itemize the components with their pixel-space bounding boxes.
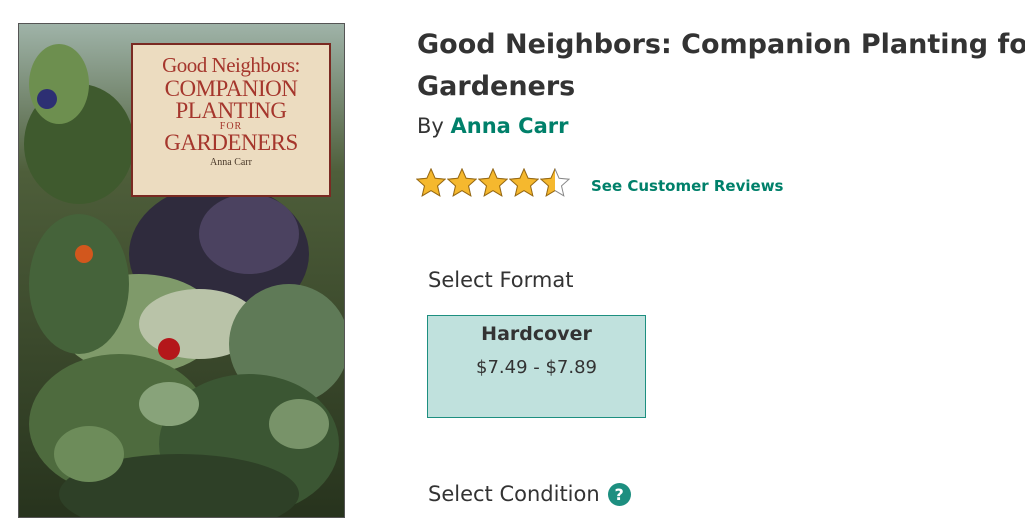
cover-author: Anna Carr bbox=[210, 157, 252, 168]
format-name: Hardcover bbox=[481, 323, 592, 345]
star-icon bbox=[540, 168, 570, 197]
cover-title-line: COMPANION bbox=[164, 76, 298, 101]
question-mark-icon[interactable]: ? bbox=[607, 482, 631, 506]
author-byline: By Anna Carr bbox=[417, 114, 568, 138]
star-icon bbox=[478, 168, 508, 197]
select-condition-label: Select Condition bbox=[428, 482, 600, 506]
by-label: By bbox=[417, 114, 444, 138]
cover-title-panel: Good Neighbors: COMPANION PLANTING FOR G… bbox=[131, 43, 331, 197]
star-icon bbox=[509, 168, 539, 197]
format-price-range: $7.49 - $7.89 bbox=[476, 357, 597, 378]
star-icon bbox=[416, 168, 446, 197]
select-format-label: Select Format bbox=[428, 268, 574, 292]
book-cover-image[interactable]: Good Neighbors: COMPANION PLANTING FOR G… bbox=[18, 23, 345, 518]
cover-title-line: PLANTING bbox=[175, 98, 288, 123]
rating-stars bbox=[416, 168, 571, 198]
select-condition-row: Select Condition ? bbox=[428, 482, 631, 506]
product-page: Good Neighbors: COMPANION PLANTING FOR G… bbox=[0, 0, 1025, 518]
star-icon bbox=[447, 168, 477, 197]
star-rating bbox=[416, 166, 571, 200]
format-option-hardcover[interactable]: Hardcover $7.49 - $7.89 bbox=[427, 315, 646, 418]
cover-title-line: GARDENERS bbox=[164, 130, 298, 155]
cover-title-line: Good Neighbors: bbox=[162, 53, 300, 77]
product-title: Good Neighbors: Companion Planting for G… bbox=[417, 29, 1025, 102]
author-link[interactable]: Anna Carr bbox=[451, 114, 569, 138]
see-customer-reviews-link[interactable]: See Customer Reviews bbox=[591, 177, 784, 195]
